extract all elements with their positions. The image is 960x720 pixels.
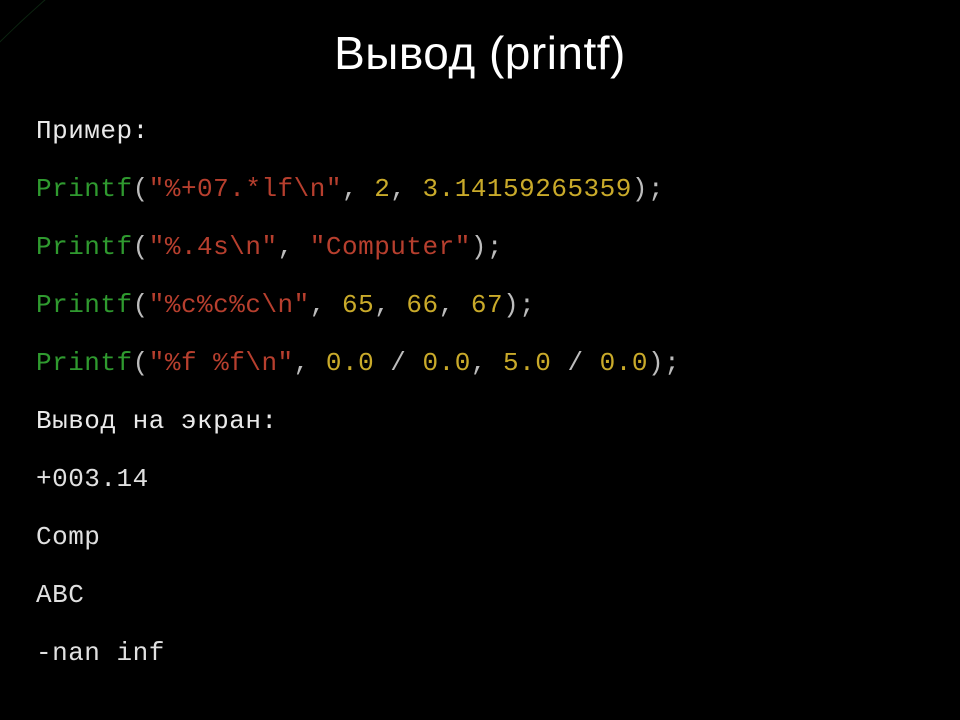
format-string: "%.4s\n" bbox=[149, 232, 278, 262]
paren-close: ); bbox=[503, 290, 535, 320]
comma: , bbox=[471, 348, 503, 378]
output-label: Вывод на экран: bbox=[36, 408, 924, 434]
arg-num: 0.0 bbox=[600, 348, 648, 378]
code-line-1: Printf("%+07.*lf\n", 2, 3.14159265359); bbox=[36, 176, 924, 202]
example-label: Пример: bbox=[36, 118, 924, 144]
comma: , bbox=[439, 290, 471, 320]
divide-op: / bbox=[551, 348, 599, 378]
output-line-4: -nan inf bbox=[36, 640, 924, 666]
format-string: "%+07.*lf\n" bbox=[149, 174, 342, 204]
paren-close: ); bbox=[471, 232, 503, 262]
output-line-3: ABC bbox=[36, 582, 924, 608]
slide-title: Вывод (printf) bbox=[36, 26, 924, 80]
arg-char-1: 65 bbox=[342, 290, 374, 320]
slide: Вывод (printf) Пример: Printf("%+07.*lf\… bbox=[0, 0, 960, 720]
paren-open: ( bbox=[133, 174, 149, 204]
paren-open: ( bbox=[133, 348, 149, 378]
arg-num: 5.0 bbox=[503, 348, 551, 378]
code-line-2: Printf("%.4s\n", "Computer"); bbox=[36, 234, 924, 260]
format-string: "%c%c%c\n" bbox=[149, 290, 310, 320]
paren-open: ( bbox=[133, 232, 149, 262]
arg-precision: 2 bbox=[374, 174, 390, 204]
paren-close: ); bbox=[632, 174, 664, 204]
code-line-3: Printf("%c%c%c\n", 65, 66, 67); bbox=[36, 292, 924, 318]
slide-content: Вывод (printf) Пример: Printf("%+07.*lf\… bbox=[0, 0, 960, 666]
paren-open: ( bbox=[133, 290, 149, 320]
comma: , bbox=[374, 290, 406, 320]
arg-value: 3.14159265359 bbox=[423, 174, 632, 204]
output-line-1: +003.14 bbox=[36, 466, 924, 492]
arg-num: 0.0 bbox=[423, 348, 471, 378]
comma: , bbox=[310, 290, 342, 320]
output-line-2: Comp bbox=[36, 524, 924, 550]
arg-char-2: 66 bbox=[406, 290, 438, 320]
printf-call: Printf bbox=[36, 290, 133, 320]
comma: , bbox=[294, 348, 326, 378]
comma: , bbox=[278, 232, 310, 262]
comma: , bbox=[390, 174, 422, 204]
format-string: "%f %f\n" bbox=[149, 348, 294, 378]
printf-call: Printf bbox=[36, 174, 133, 204]
arg-char-3: 67 bbox=[471, 290, 503, 320]
paren-close: ); bbox=[648, 348, 680, 378]
code-line-4: Printf("%f %f\n", 0.0 / 0.0, 5.0 / 0.0); bbox=[36, 350, 924, 376]
arg-string: "Computer" bbox=[310, 232, 471, 262]
printf-call: Printf bbox=[36, 348, 133, 378]
divide-op: / bbox=[374, 348, 422, 378]
arg-num: 0.0 bbox=[326, 348, 374, 378]
comma: , bbox=[342, 174, 374, 204]
printf-call: Printf bbox=[36, 232, 133, 262]
